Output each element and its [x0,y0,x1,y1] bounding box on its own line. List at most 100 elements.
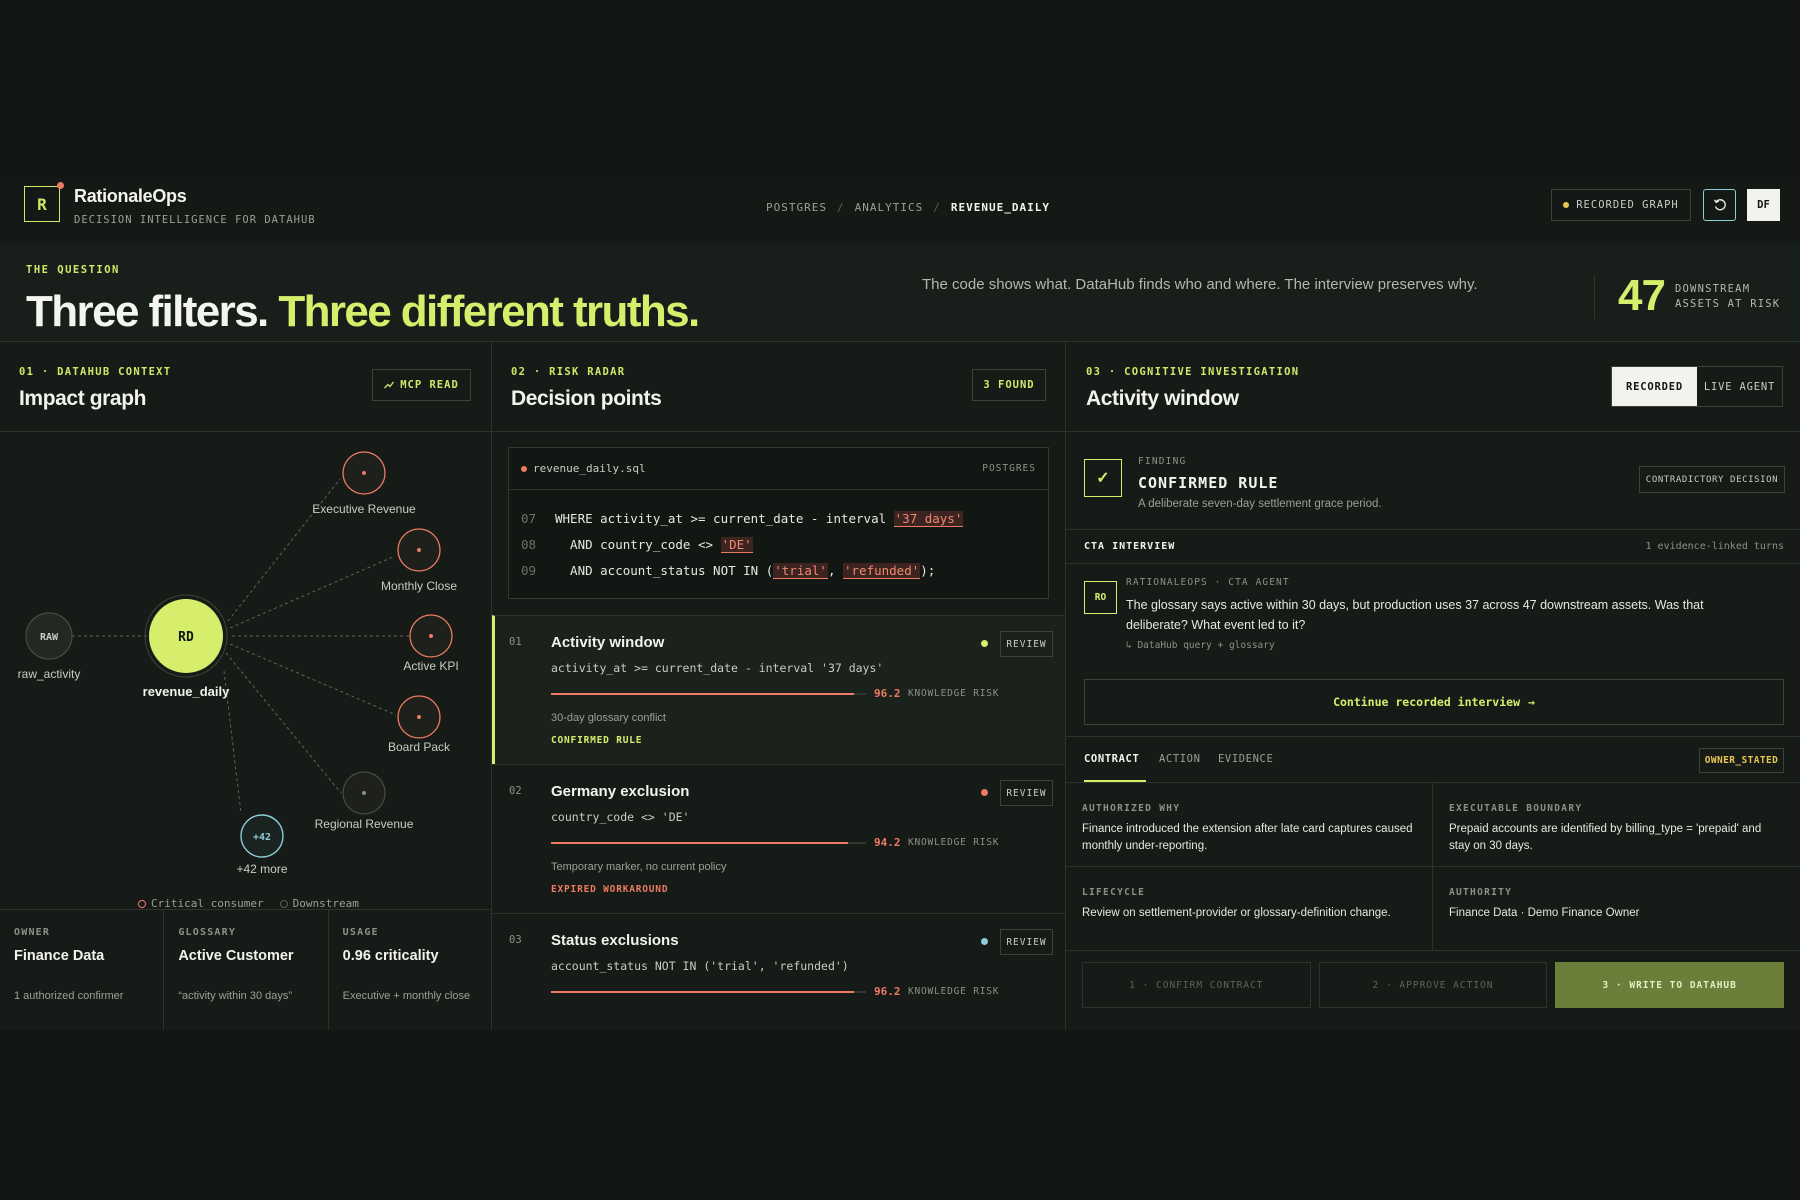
risk-bar-fill [551,991,855,993]
decision-point-germany-exclusion[interactable]: 02 Germany exclusion country_code <> 'DE… [492,764,1065,913]
more-badge: +42 [253,832,271,843]
mcp-read-button[interactable]: MCP READ [372,369,471,401]
interview-count: 1 evidence-linked turns [1645,541,1784,552]
decision-point-status-exclusions[interactable]: 03 Status exclusions account_status NOT … [492,913,1065,1030]
breadcrumb-separator: / [933,201,941,214]
breadcrumb-revenue-daily: REVENUE_DAILY [950,201,1050,214]
contract-value: Finance introduced the extension after l… [1082,823,1413,852]
dp-code: country_code <> 'DE' [551,810,690,824]
highlighted-literal[interactable]: '37 days' [893,511,964,527]
panel-title: Impact graph [19,387,147,410]
contradictory-decision-button[interactable]: CONTRADICTORY DECISION [1639,466,1785,493]
step-confirm-contract[interactable]: 1 · CONFIRM CONTRACT [1082,962,1311,1008]
code-text: ); [920,563,936,578]
recorded-graph-button[interactable]: RECORDED GRAPH [1551,189,1691,221]
review-button[interactable]: REVIEW [1000,780,1053,806]
node-label: Board Pack [388,740,451,754]
center-label: revenue_daily [143,684,230,699]
panel-title: Activity window [1086,387,1239,410]
toggle-live-agent[interactable]: LIVE AGENT [1697,367,1782,406]
edge [229,555,396,629]
node-label: Monthly Close [381,579,457,593]
finding-title: CONFIRMED RULE [1138,474,1279,492]
tab-contract[interactable]: CONTRACT [1084,753,1139,765]
node-marker [417,715,421,719]
edge [229,643,397,716]
dp-status-dot [981,640,988,647]
brand-tagline: DECISION INTELLIGENCE FOR DATAHUB [74,214,316,226]
line-number: 08 [521,537,537,552]
finding-sub: A deliberate seven-day settlement grace … [1138,498,1382,510]
legend-downstream-swatch [279,899,288,908]
risk-score: 96.2 [874,687,901,700]
dp-code: account_status NOT IN ('trial', 'refunde… [551,959,849,973]
node-label: Regional Revenue [315,817,414,831]
continue-interview-button[interactable]: Continue recorded interview → [1084,679,1784,725]
stat-usage: USAGE 0.96 criticality Executive + month… [329,910,491,1030]
panel-label: 02 · RISK RADAR [511,366,626,378]
finding-label: FINDING [1138,456,1187,467]
highlighted-literal[interactable]: 'DE' [720,537,753,553]
toggle-recorded[interactable]: RECORDED [1612,367,1697,406]
dp-title: Activity window [551,634,665,651]
risk-bar [551,693,866,695]
dp-note: 30-day glossary conflict [551,712,666,724]
dp-note: Temporary marker, no current policy [551,861,727,873]
breadcrumb-analytics[interactable]: ANALYTICS [855,201,924,214]
source-label: raw_activity [18,667,81,681]
risk-label: KNOWLEDGE RISK [908,688,1000,699]
stat-label: USAGE [342,927,379,938]
risk-score: 96.2 [874,985,901,998]
breadcrumb-postgres[interactable]: POSTGRES [766,201,827,214]
question-description: The code shows what. DataHub finds who a… [922,276,1478,293]
code-line: 09 AND account_status NOT IN ('trial', '… [521,563,936,579]
source-badge: RAW [40,632,59,643]
step-write-to-datahub[interactable]: 3 · WRITE TO DATAHUB [1555,962,1785,1008]
divider [1594,275,1595,319]
stat-label: GLOSSARY [178,927,237,938]
node-marker [362,791,366,795]
review-button[interactable]: REVIEW [1000,929,1053,955]
risk-bar-fill [551,693,855,695]
user-avatar[interactable]: DF [1747,189,1780,221]
panel-header: 02 · RISK RADAR Decision points 3 FOUND [492,341,1065,432]
contract-label: LIFECYCLE [1082,887,1146,898]
app-window: R RationaleOps DECISION INTELLIGENCE FOR… [0,177,1800,1030]
interview-title: CTA INTERVIEW [1084,541,1176,552]
risk-label: KNOWLEDGE RISK [908,837,1000,848]
dp-number: 03 [509,934,522,946]
highlighted-literal[interactable]: 'trial' [773,563,828,579]
refresh-button[interactable] [1703,189,1736,221]
stat-owner: OWNER Finance Data 1 authorized confirme… [0,910,165,1030]
question-title: Three filters. Three different truths. [26,287,700,337]
contract-grid: AUTHORIZED WHY Finance introduced the ex… [1066,783,1800,951]
step-approve-action[interactable]: 2 · APPROVE ACTION [1318,962,1548,1008]
sql-code-block: revenue_daily.sql POSTGRES 07 WHERE activ… [508,447,1049,599]
risk-score: 94.2 [874,836,901,849]
decision-point-activity-window[interactable]: 01 Activity window activity_at >= curren… [492,615,1065,764]
finding-card: ✓ FINDING CONFIRMED RULE A deliberate se… [1066,431,1800,530]
breadcrumb: POSTGRES / ANALYTICS / REVENUE_DAILY [766,201,1050,214]
risk-radar-panel: 02 · RISK RADAR Decision points 3 FOUND … [492,341,1066,1030]
tab-action[interactable]: ACTION [1159,753,1201,765]
continue-label: Continue recorded interview [1333,695,1520,709]
stat-value: 0.96 criticality [342,948,439,964]
tab-evidence[interactable]: EVIDENCE [1218,753,1273,765]
review-button[interactable]: REVIEW [1000,631,1053,657]
logo: R [24,186,60,222]
check-icon: ✓ [1084,459,1122,497]
dp-number: 02 [509,785,522,797]
message-author: RATIONALEOPS · CTA AGENT [1126,577,1290,588]
brand-name: RationaleOps [74,186,187,206]
question-title-part-b: Three different truths. [278,287,700,336]
node-marker [417,548,421,552]
at-risk-label-line-2: ASSETS AT RISK [1675,298,1781,310]
line-number: 07 [521,511,537,526]
center-badge: RD [178,630,194,645]
contract-value: Review on settlement-provider or glossar… [1082,907,1391,919]
contract-authority: AUTHORITY Finance Data · Demo Finance Ow… [1433,867,1800,951]
dp-tag: CONFIRMED RULE [551,735,643,746]
highlighted-literal[interactable]: 'refunded' [843,563,921,579]
risk-bar [551,842,866,844]
dp-status-dot [981,789,988,796]
